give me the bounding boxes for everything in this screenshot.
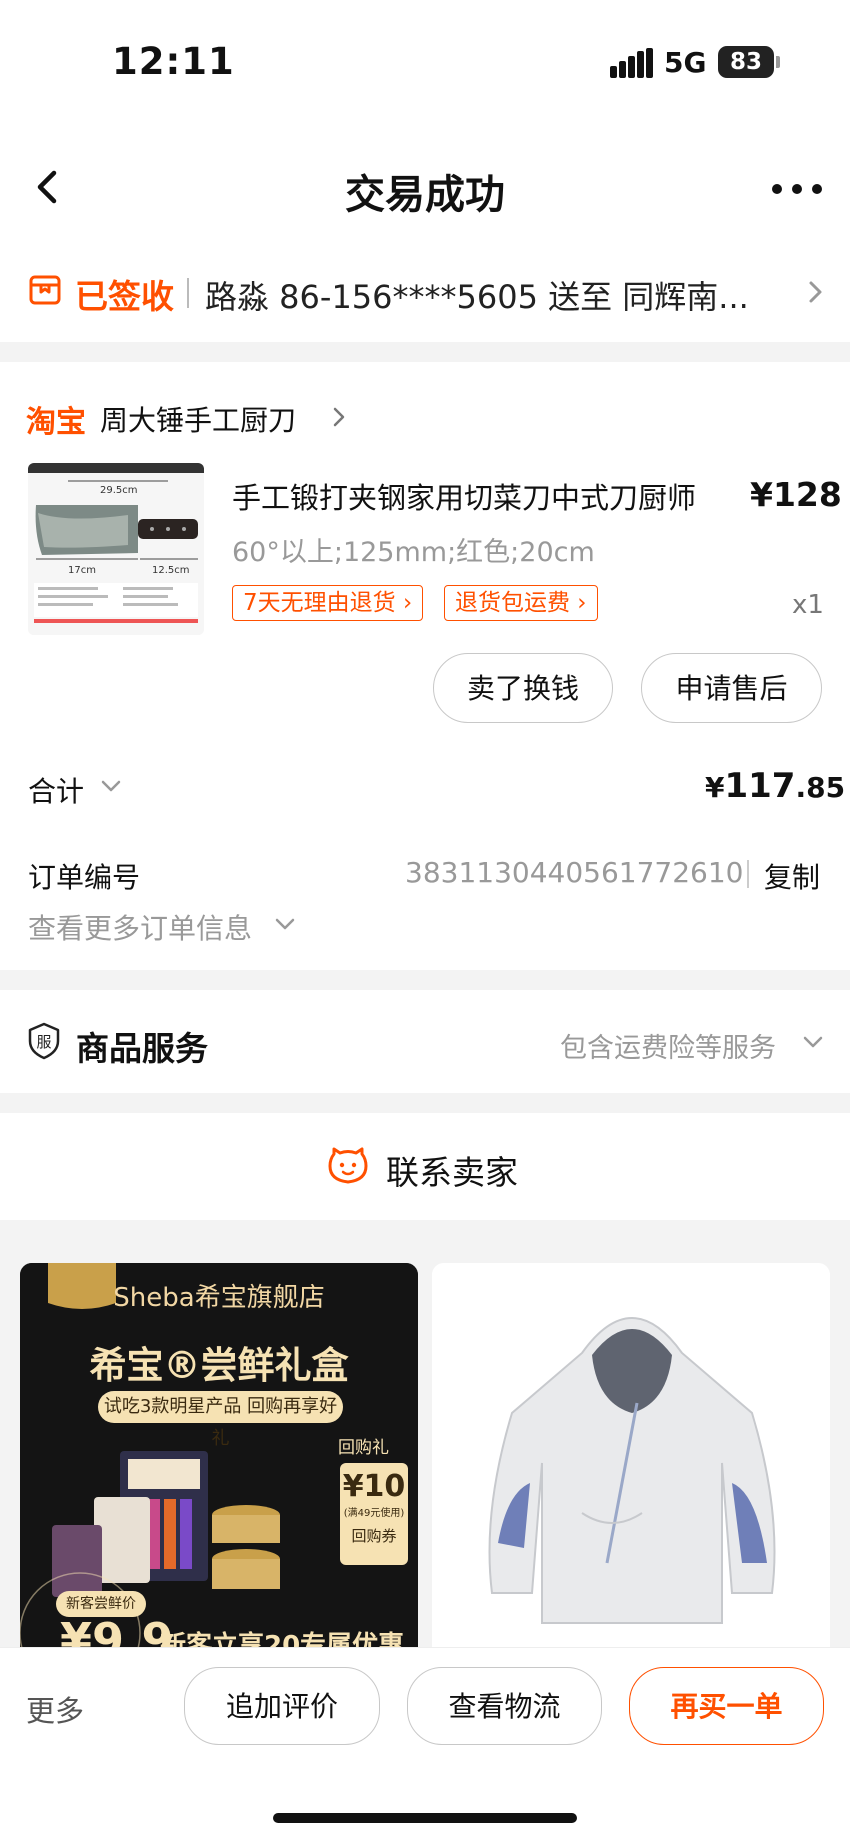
product-price: ¥128 <box>750 475 842 514</box>
store-name[interactable]: 周大锤手工厨刀 <box>100 399 296 439</box>
sell-for-cash-button[interactable]: 卖了换钱 <box>433 653 613 723</box>
add-review-button[interactable]: 追加评价 <box>184 1667 380 1745</box>
chevron-down-icon[interactable] <box>274 916 296 932</box>
more-options-icon[interactable] <box>764 160 834 216</box>
contact-seller-label: 联系卖家 <box>386 1153 518 1192</box>
seller-chat-icon <box>327 1145 369 1187</box>
tag-label: 退货包运费 <box>455 590 570 616</box>
chevron-right-icon <box>332 406 346 428</box>
delivery-status: 已签收 <box>75 277 174 316</box>
after-sale-button[interactable]: 申请售后 <box>641 653 822 723</box>
battery-cap <box>776 56 780 68</box>
battery-icon: 83 <box>718 46 774 78</box>
ad-title: 希宝®尝鲜礼盒 <box>89 1344 349 1387</box>
amount-decimal: .85 <box>795 771 846 804</box>
chevron-down-icon[interactable] <box>100 778 122 794</box>
amount-integer: 117 <box>724 766 796 806</box>
total-amount: ¥117.85 <box>705 766 845 806</box>
ad-coupon: ¥10 (满49元使用) 回购券 <box>340 1463 408 1565</box>
product-title[interactable]: 手工锻打夹钢家用切菜刀中式刀厨师 <box>232 475 696 517</box>
service-description: 包含运费险等服务 <box>560 1033 776 1064</box>
ad-subtitle: 试吃3款明星产品 回购再享好礼 <box>98 1391 343 1449</box>
service-title: 商品服务 <box>76 1029 208 1068</box>
order-number: 3831130440561772610 <box>405 856 744 889</box>
image-dimension-label: 29.5cm <box>100 485 138 496</box>
coupon-value: ¥10 <box>342 1469 406 1504</box>
divider <box>187 278 189 308</box>
page-title: 交易成功 <box>345 172 505 218</box>
copy-button[interactable]: 复制 <box>764 856 820 896</box>
image-dimension-label: 12.5cm <box>152 565 190 576</box>
home-indicator[interactable] <box>273 1813 577 1823</box>
currency-symbol: ¥ <box>705 771 725 804</box>
service-shield-icon: 服 <box>26 1021 62 1061</box>
chevron-down-icon <box>802 1034 824 1050</box>
delivery-address: 路淼 86-156****5605 送至 同辉南... <box>205 278 749 316</box>
order-number-label: 订单编号 <box>28 861 141 894</box>
network-type: 5G <box>664 46 707 79</box>
divider <box>747 860 749 888</box>
more-button[interactable]: 更多 <box>26 1688 84 1730</box>
recommendation-card-jacket[interactable] <box>432 1263 830 1663</box>
taobao-logo: 淘宝 <box>26 405 86 440</box>
ad-store-name: Sheba希宝旗舰店 <box>113 1283 325 1313</box>
image-dimension-label: 17cm <box>68 565 96 576</box>
view-logistics-button[interactable]: 查看物流 <box>407 1667 602 1745</box>
buy-again-button[interactable]: 再买一单 <box>629 1667 824 1745</box>
status-time: 12:11 <box>112 40 235 83</box>
product-image[interactable]: 29.5cm 17cm 12.5cm <box>28 463 204 635</box>
coupon-label: 回购券 <box>351 1527 397 1545</box>
product-quantity: x1 <box>792 590 824 620</box>
more-order-info-link[interactable]: 查看更多订单信息 <box>28 907 252 947</box>
jacket-product-image <box>432 1263 830 1663</box>
chevron-right-icon <box>806 277 826 307</box>
package-icon <box>28 273 62 307</box>
coupon-note: (满49元使用) <box>343 1508 405 1519</box>
recommendation-card-sheba[interactable]: Sheba希宝旗舰店 希宝®尝鲜礼盒 试吃3款明星产品 回购再享好礼 回购礼 ¥… <box>20 1263 418 1663</box>
signal-strength-icon <box>610 48 654 78</box>
ad-gift-label: 回购礼 <box>338 1438 389 1458</box>
service-icon-glyph: 服 <box>36 1033 51 1051</box>
tag-label: 7天无理由退货 <box>243 590 396 616</box>
total-label[interactable]: 合计 <box>28 770 84 810</box>
product-sku: 60°以上;125mm;红色;20cm <box>232 537 595 568</box>
free-return-shipping-tag[interactable]: 退货包运费 › <box>444 585 598 621</box>
return-policy-tag[interactable]: 7天无理由退货 › <box>232 585 424 621</box>
